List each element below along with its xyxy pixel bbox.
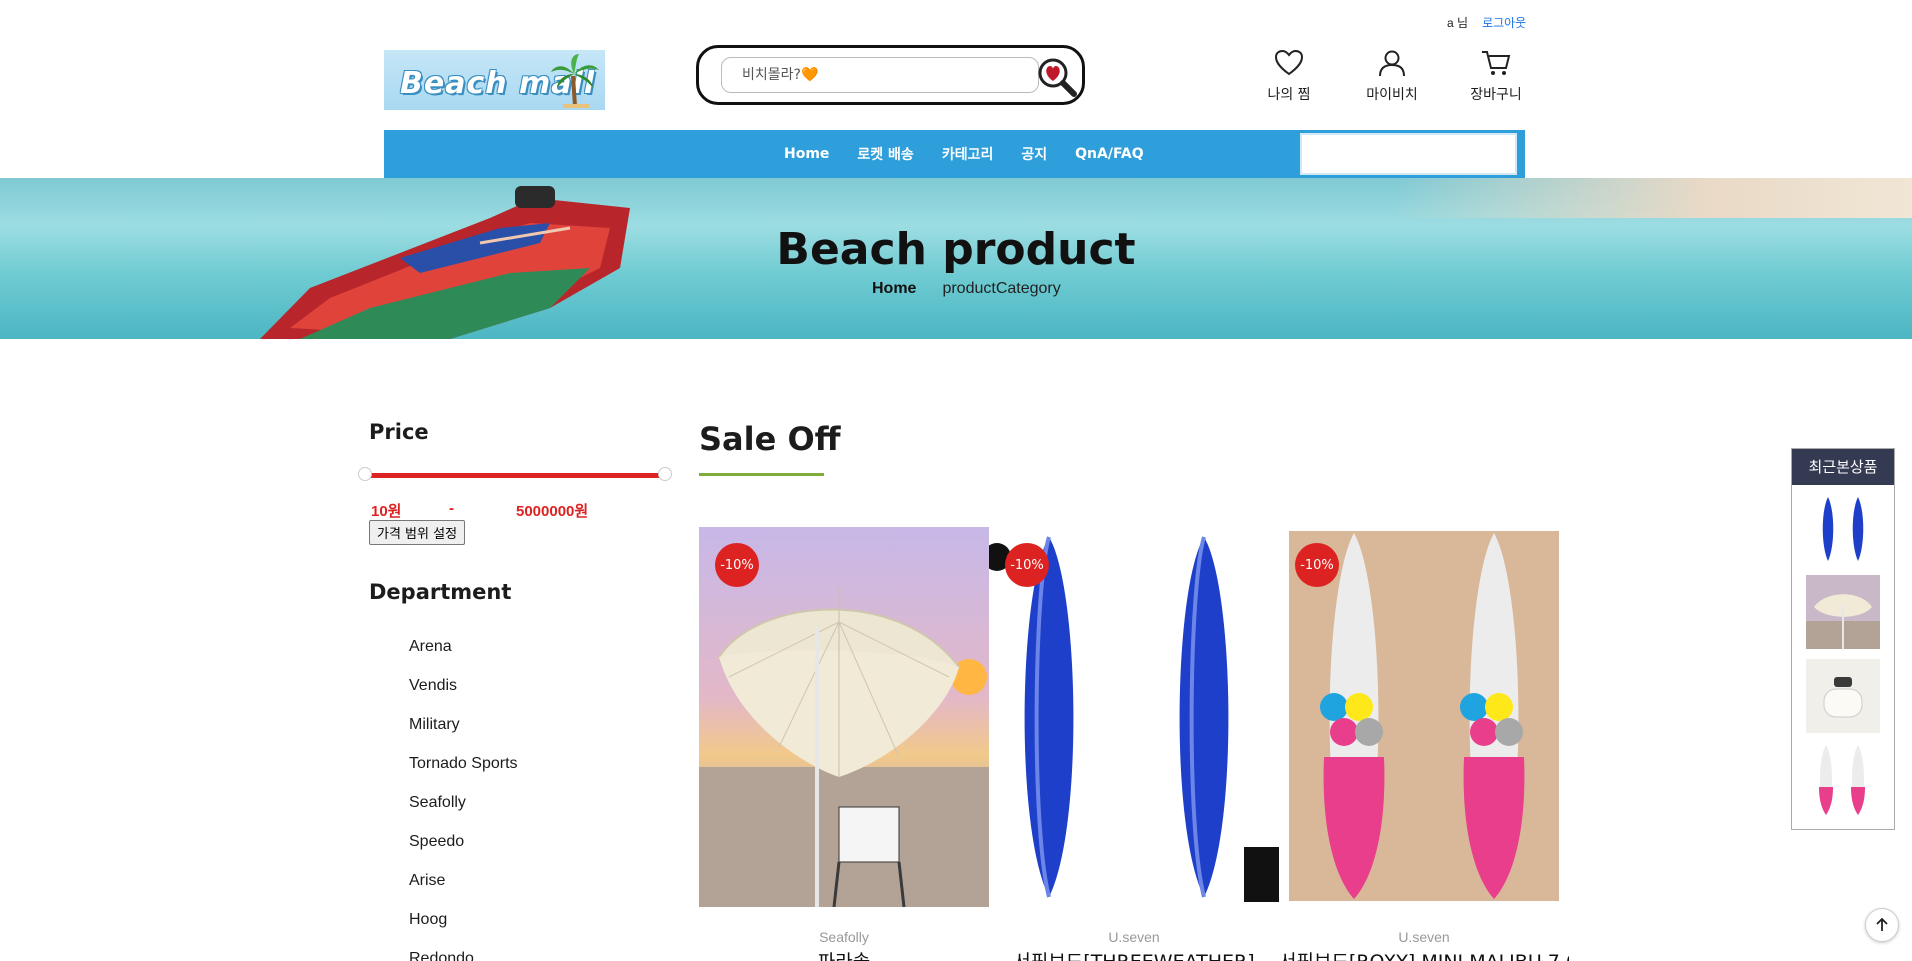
discount-badge: -10% xyxy=(715,543,759,587)
product-card[interactable]: -10% U.seven 서핑보드[THREEWEATHER] xyxy=(989,527,1279,961)
user-bar: a 님 로그아웃 xyxy=(1447,14,1526,31)
product-name[interactable]: 서핑보드[THREEWEATHER] xyxy=(989,947,1279,961)
department-item[interactable]: Arise xyxy=(409,872,518,911)
arrow-up-icon xyxy=(1876,918,1888,931)
recent-thumb-parasol[interactable] xyxy=(1806,575,1880,649)
breadcrumb-home[interactable]: Home xyxy=(872,280,916,298)
product-brand: U.seven xyxy=(1108,929,1160,945)
sale-title: Sale Off xyxy=(699,420,841,458)
price-slider-max-handle[interactable] xyxy=(658,467,672,481)
cart-label: 장바구니 xyxy=(1470,87,1522,103)
price-slider-min-handle[interactable] xyxy=(358,467,372,481)
scroll-top-button[interactable] xyxy=(1865,908,1899,942)
recent-thumb-surfboard-blue[interactable] xyxy=(1806,491,1880,565)
palm-tree-icon xyxy=(551,54,599,108)
price-slider-track[interactable] xyxy=(368,473,664,478)
product-name[interactable]: 서핑보드[ROXY] MINI MALIBU 7.6 xyxy=(1279,947,1569,961)
recent-products-panel: 최근본상품 xyxy=(1791,448,1895,830)
department-item[interactable]: Speedo xyxy=(409,833,518,872)
department-item[interactable]: Tornado Sports xyxy=(409,755,518,794)
main-nav: Home 로켓 배송 카테고리 공지 QnA/FAQ xyxy=(384,130,1525,178)
search-heart-icon[interactable] xyxy=(1036,56,1078,98)
nav-item-rocket[interactable]: 로켓 배송 xyxy=(857,144,913,164)
recent-thumb-surfboard-roxy[interactable] xyxy=(1806,743,1880,817)
price-separator: - xyxy=(449,500,454,517)
product-card[interactable]: -10% U.seven 서핑보드[ROXY] MINI MALIBU 7.6 xyxy=(1279,527,1569,961)
product-brand: U.seven xyxy=(1398,929,1450,945)
product-name[interactable]: 파라솔 xyxy=(699,947,989,961)
nav-search-input[interactable] xyxy=(1300,133,1517,175)
price-title: Price xyxy=(369,420,429,444)
hero-banner: Beach product Home productCategory xyxy=(0,178,1912,339)
product-card[interactable]: -10% Seafolly 파라솔 xyxy=(699,527,989,961)
page: a 님 로그아웃 Beach mall 나의 찜 xyxy=(0,0,1912,961)
hero-title: Beach product xyxy=(776,224,1136,275)
price-min: 10원 xyxy=(371,503,402,520)
logout-link[interactable]: 로그아웃 xyxy=(1482,14,1526,31)
heart-icon xyxy=(1274,49,1304,76)
hero-sand xyxy=(1392,178,1912,218)
discount-badge: -10% xyxy=(1005,543,1049,587)
department-item[interactable]: Military xyxy=(409,716,518,755)
price-range-button[interactable]: 가격 범위 설정 xyxy=(369,520,466,545)
wishlist-link[interactable]: 나의 찜 xyxy=(1249,48,1329,104)
department-list: Arena Vendis Military Tornado Sports Sea… xyxy=(409,638,518,961)
wishlist-label: 나의 찜 xyxy=(1267,87,1311,103)
nav-item-home[interactable]: Home xyxy=(784,146,829,162)
department-item[interactable]: Hoog xyxy=(409,911,518,950)
nav-item-qna[interactable]: QnA/FAQ xyxy=(1075,146,1144,162)
product-brand: Seafolly xyxy=(819,929,869,945)
department-item[interactable]: Seafolly xyxy=(409,794,518,833)
sale-title-underline xyxy=(699,473,824,476)
recent-products-title: 최근본상품 xyxy=(1792,449,1894,485)
search-input[interactable] xyxy=(721,57,1039,93)
mypage-label: 마이비치 xyxy=(1366,87,1418,103)
search-box xyxy=(696,45,1085,105)
recent-thumb-cooler[interactable] xyxy=(1806,659,1880,733)
department-title: Department xyxy=(369,580,512,604)
breadcrumb-current: productCategory xyxy=(942,280,1061,297)
breadcrumb: Home productCategory xyxy=(872,280,1061,298)
nav-item-category[interactable]: 카테고리 xyxy=(942,144,994,164)
nav-items: Home 로켓 배송 카테고리 공지 QnA/FAQ xyxy=(784,130,1144,178)
department-item[interactable]: Redondo xyxy=(409,950,518,961)
price-max: 5000000원 xyxy=(516,503,589,520)
department-item[interactable]: Arena xyxy=(409,638,518,677)
user-icon xyxy=(1379,50,1405,77)
mypage-link[interactable]: 마이비치 xyxy=(1352,48,1432,104)
logo[interactable]: Beach mall xyxy=(384,50,605,110)
discount-badge: -10% xyxy=(1295,543,1339,587)
cart-icon xyxy=(1482,51,1511,75)
nav-item-notice[interactable]: 공지 xyxy=(1021,144,1047,164)
cart-link[interactable]: 장바구니 xyxy=(1456,48,1536,104)
user-name: a 님 xyxy=(1447,16,1469,30)
department-item[interactable]: Vendis xyxy=(409,677,518,716)
